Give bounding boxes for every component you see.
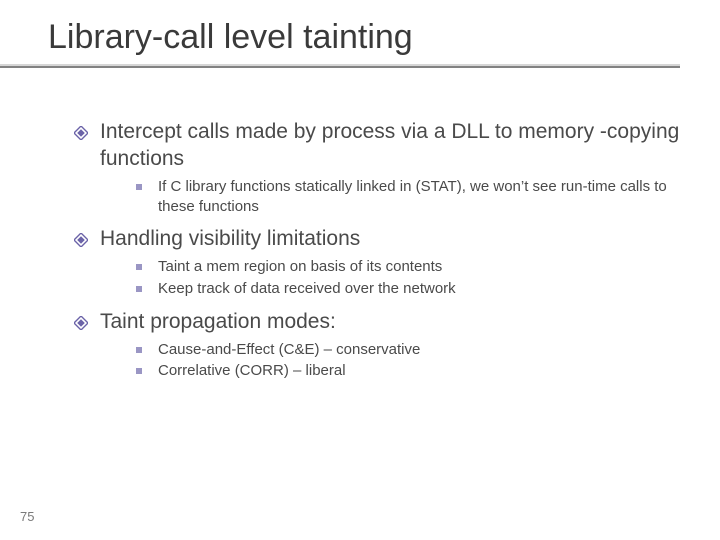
square-bullet-icon (136, 184, 142, 190)
list-item-text: Correlative (CORR) – liberal (158, 361, 680, 381)
title-region: Library-call level tainting (0, 0, 720, 65)
square-bullet-icon (136, 264, 142, 270)
square-bullet-icon (136, 347, 142, 353)
list-item: Keep track of data received over the net… (136, 279, 680, 299)
sub-list: If C library functions statically linked… (136, 177, 680, 217)
list-item: Correlative (CORR) – liberal (136, 361, 680, 381)
square-bullet-icon (136, 368, 142, 374)
diamond-bullet-icon (74, 126, 88, 140)
list-item: Intercept calls made by process via a DL… (74, 119, 680, 173)
list-item-text: Intercept calls made by process via a DL… (100, 119, 680, 173)
diamond-bullet-icon (74, 316, 88, 330)
list-item-text: Taint a mem region on basis of its conte… (158, 257, 680, 277)
list-item: Cause-and-Effect (C&E) – conservative (136, 340, 680, 360)
sub-list: Taint a mem region on basis of its conte… (136, 257, 680, 299)
square-bullet-icon (136, 286, 142, 292)
diamond-bullet-icon (74, 233, 88, 247)
slide-title: Library-call level tainting (48, 18, 720, 57)
list-item-text: Keep track of data received over the net… (158, 279, 680, 299)
slide-content: Intercept calls made by process via a DL… (0, 65, 720, 381)
list-item: Taint propagation modes: (74, 309, 680, 336)
list-item-text: Handling visibility limitations (100, 226, 680, 253)
title-underline-dark (0, 66, 680, 68)
list-item-text: Taint propagation modes: (100, 309, 680, 336)
sub-list: Cause-and-Effect (C&E) – conservative Co… (136, 340, 680, 382)
list-item: If C library functions statically linked… (136, 177, 680, 217)
page-number: 75 (20, 509, 34, 524)
list-item-text: If C library functions statically linked… (158, 177, 680, 217)
list-item: Taint a mem region on basis of its conte… (136, 257, 680, 277)
slide: Library-call level tainting Intercept ca… (0, 0, 720, 540)
list-item-text: Cause-and-Effect (C&E) – conservative (158, 340, 680, 360)
list-item: Handling visibility limitations (74, 226, 680, 253)
